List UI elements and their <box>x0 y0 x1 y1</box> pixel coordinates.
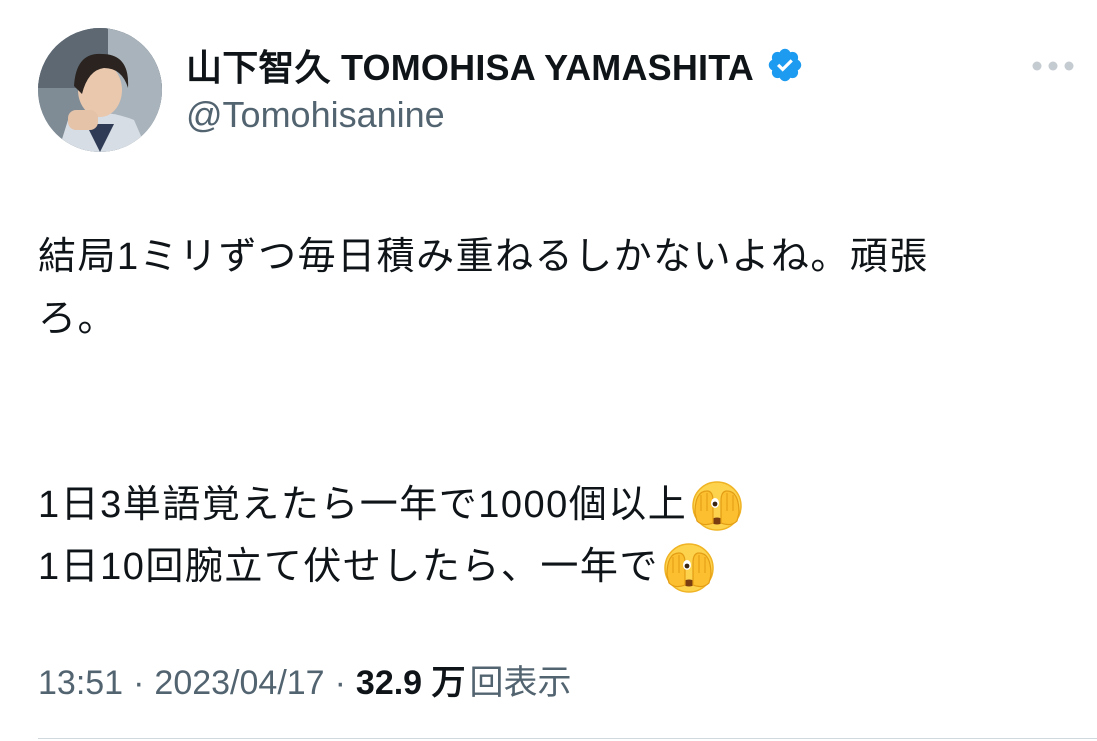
tweet-text-line-with-emoji: 1日10回腕立て伏せしたら、一年で <box>38 536 1068 598</box>
author-display-name[interactable]: 山下智久 TOMOHISA YAMASHITA <box>186 39 754 91</box>
author-handle[interactable]: @Tomohisanine <box>186 94 445 136</box>
tweet-metadata: 13:51 · 2023/04/17 · 32.9 万 回表示 <box>38 655 572 704</box>
views-label: 回表示 <box>469 664 572 702</box>
more-options-button[interactable] <box>1023 52 1083 80</box>
face-with-peeking-eye-icon <box>689 477 745 533</box>
face-with-peeking-eye-icon <box>661 539 717 595</box>
ellipsis-horizontal-icon <box>1032 61 1074 71</box>
tweet-text-segment: 1日3単語覚えたら一年で1000個以上 <box>38 484 688 526</box>
separator-dot: · <box>334 664 346 702</box>
tweet-time[interactable]: 13:51 <box>38 664 123 703</box>
separator-dot: · <box>133 664 145 702</box>
tweet-text-segment: 1日10回腕立て伏せしたら、一年で <box>38 546 659 588</box>
tweet-text-line-with-emoji: 1日3単語覚えたら一年で1000個以上 <box>38 474 1068 536</box>
views-count: 32.9 万 <box>355 664 466 702</box>
avatar-image <box>38 28 162 152</box>
divider <box>38 738 1097 739</box>
verified-badge-icon <box>766 46 804 84</box>
tweet-text: 結局1ミリずつ毎日積み重ねるしかないよね。頑張 ろ。 1日3単語覚えたら一年で1… <box>38 226 1068 598</box>
tweet-text-line: ろ。 <box>38 298 118 340</box>
avatar[interactable] <box>38 28 162 152</box>
tweet-text-line: 結局1ミリずつ毎日積み重ねるしかないよね。頑張 <box>38 236 929 278</box>
tweet-card: 山下智久 TOMOHISA YAMASHITA @Tomohisanine 結局… <box>0 0 1097 741</box>
tweet-date[interactable]: 2023/04/17 <box>154 664 324 703</box>
author-name-row: 山下智久 TOMOHISA YAMASHITA <box>186 40 804 90</box>
